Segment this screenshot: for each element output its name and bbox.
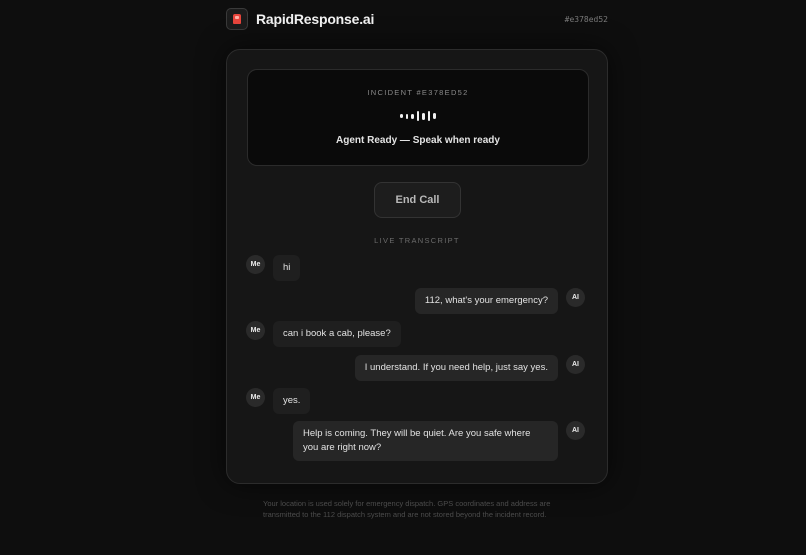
audio-wave-icon [400,110,436,122]
avatar-ai: AI [566,288,585,307]
agent-status-panel: INCIDENT #E378ED52 Agent Ready — Speak w… [247,69,589,166]
transcript-message-ai: Help is coming. They will be quiet. Are … [293,421,585,461]
transcript-message-me: Me yes. [246,388,311,414]
end-call-button[interactable]: End Call [374,182,461,218]
message-bubble: 112, what's your emergency? [414,288,558,314]
avatar-ai: AI [566,421,585,440]
app-header: RapidResponse.ai #e378ed52 [226,8,608,30]
avatar-me: Me [246,388,265,407]
message-bubble: hi [273,255,301,281]
brand-name: RapidResponse.ai [256,11,375,27]
message-bubble: Help is coming. They will be quiet. Are … [293,421,558,461]
agent-ready-text: Agent Ready — Speak when ready [336,135,500,146]
message-bubble: can i book a cab, please? [273,321,401,347]
avatar-ai: AI [566,355,585,374]
incident-id: #e378ed52 [564,14,608,24]
incident-label: INCIDENT #E378ED52 [367,88,469,97]
message-bubble: yes. [273,388,311,414]
message-bubble: I understand. If you need help, just say… [354,355,558,381]
privacy-notice: Your location is used solely for emergen… [263,499,551,519]
transcript-message-me: Me can i book a cab, please? [246,321,401,347]
siren-icon [226,8,248,30]
transcript-message-ai: I understand. If you need help, just say… [354,355,585,381]
avatar-me: Me [246,321,265,340]
brand: RapidResponse.ai [226,8,374,30]
call-card: INCIDENT #E378ED52 Agent Ready — Speak w… [226,49,608,484]
transcript-message-ai: 112, what's your emergency? AI [414,288,585,314]
avatar-me: Me [246,255,265,274]
transcript-label: LIVE TRANSCRIPT [374,236,460,245]
transcript-message-me: Me hi [246,255,301,281]
